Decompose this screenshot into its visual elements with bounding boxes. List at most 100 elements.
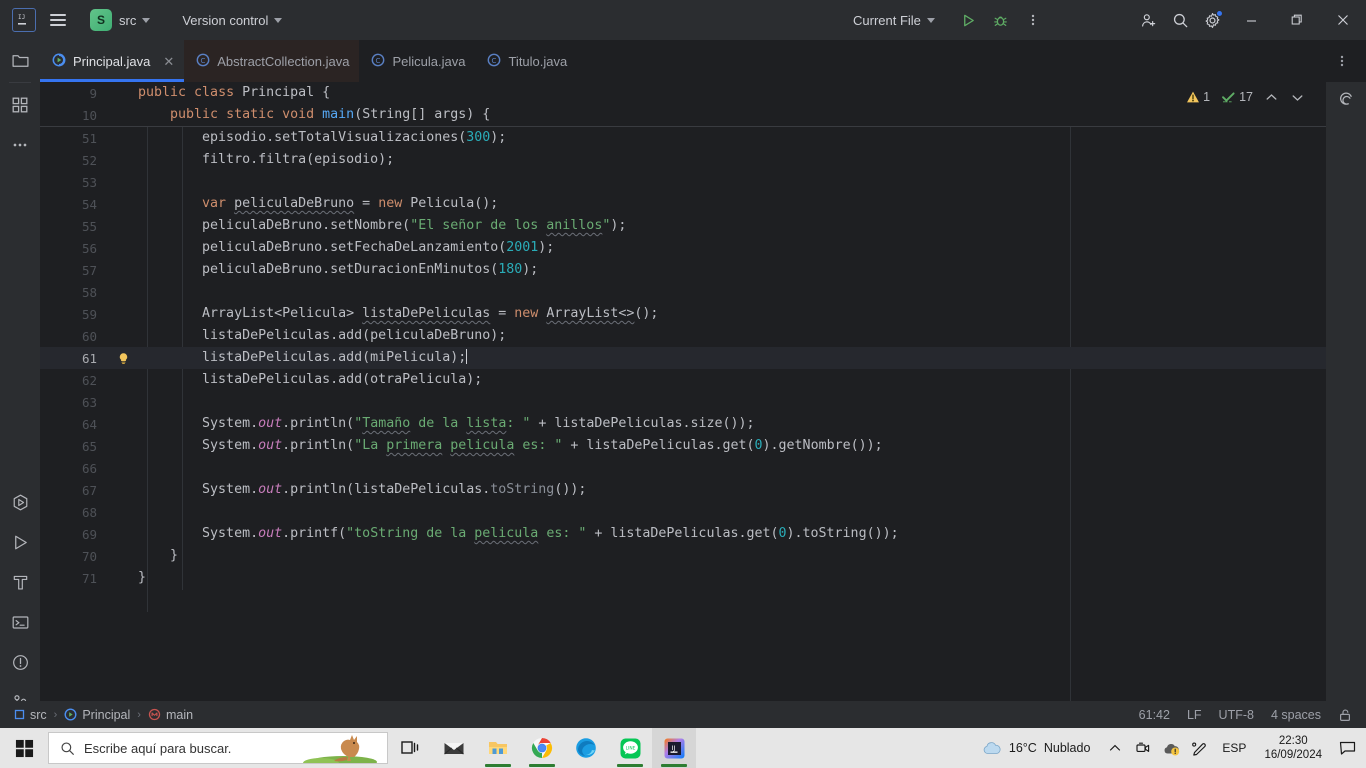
sidebar-item-more-tool-windows[interactable]	[0, 125, 40, 165]
windows-start-button[interactable]	[0, 728, 48, 768]
left-tool-rail	[0, 40, 40, 728]
code-line-59[interactable]: 59 ArrayList<Pelicula> listaDePeliculas …	[40, 303, 1326, 325]
taskbar-clock[interactable]: 22:30 16/09/2024	[1256, 734, 1330, 762]
debug-button[interactable]	[985, 5, 1017, 35]
maximize-window-button[interactable]	[1274, 0, 1320, 40]
code-line-70[interactable]: 70 }	[40, 545, 1326, 567]
run-configuration-label: Current File	[853, 12, 921, 28]
code-line-56[interactable]: 56 peliculaDeBruno.setFechaDeLanzamiento…	[40, 237, 1326, 259]
intellij-idea-icon: IJ	[664, 738, 684, 758]
code-line-65[interactable]: 65 System.out.println("La primera pelicu…	[40, 435, 1326, 457]
task-view-button[interactable]	[388, 728, 432, 768]
code-line-62[interactable]: 62 listaDePeliculas.add(otraPelicula);	[40, 369, 1326, 391]
code-line-53[interactable]: 53	[40, 171, 1326, 193]
breadcrumb-item-principal[interactable]: Principal	[64, 708, 130, 722]
editor-tab-titulo[interactable]: C Titulo.java	[475, 40, 577, 82]
java-class-run-icon	[64, 708, 77, 721]
taskbar-app-intellij-idea[interactable]: IJ	[652, 728, 696, 768]
indent-setting[interactable]: 4 spaces	[1271, 708, 1321, 722]
sidebar-item-project[interactable]	[0, 40, 40, 80]
camera-privacy-icon	[1136, 742, 1150, 752]
line-number: 53	[81, 174, 97, 190]
code-line-64[interactable]: 64 System.out.println("Tamaño de la list…	[40, 413, 1326, 435]
taskbar-search-box[interactable]: Escribe aquí para buscar.	[48, 732, 388, 764]
code-line-51[interactable]: 51 episodio.setTotalVisualizaciones(300)…	[40, 127, 1326, 149]
tray-expand-button[interactable]	[1102, 728, 1128, 768]
taskbar-app-file-explorer[interactable]	[476, 728, 520, 768]
tab-options-button[interactable]	[1326, 46, 1358, 76]
read-only-toggle[interactable]	[1338, 708, 1352, 722]
taskbar-app-chrome[interactable]	[520, 728, 564, 768]
sidebar-item-build[interactable]	[0, 562, 40, 602]
close-icon[interactable]: ✕	[163, 55, 174, 68]
previous-highlight-button[interactable]	[1260, 87, 1282, 107]
editor-tab-abstractcollection[interactable]: C AbstractCollection.java	[184, 40, 360, 82]
settings-button[interactable]	[1196, 5, 1228, 35]
file-encoding[interactable]: UTF-8	[1219, 708, 1254, 722]
next-highlight-button[interactable]	[1286, 87, 1308, 107]
language-indicator[interactable]: ESP	[1214, 741, 1254, 755]
code-lines[interactable]: 51 episodio.setTotalVisualizaciones(300)…	[40, 127, 1326, 612]
more-run-options-button[interactable]	[1017, 5, 1049, 35]
chevron-down-icon	[926, 17, 935, 23]
code-line-68[interactable]: 68	[40, 501, 1326, 523]
taskbar-weather-widget[interactable]: 16°C Nublado	[972, 741, 1101, 755]
code-line-66[interactable]: 66	[40, 457, 1326, 479]
code-line-55[interactable]: 55 peliculaDeBruno.setNombre("El señor d…	[40, 215, 1326, 237]
run-button[interactable]	[953, 5, 985, 35]
code-line-54[interactable]: 54 var peliculaDeBruno = new Pelicula();	[40, 193, 1326, 215]
code-line-58[interactable]: 58	[40, 281, 1326, 303]
editor-tab-label: Pelicula.java	[392, 53, 466, 69]
sidebar-item-run-anything[interactable]	[0, 482, 40, 522]
sidebar-item-commit[interactable]	[0, 85, 40, 125]
code-with-me-share-button[interactable]	[1132, 5, 1164, 35]
sticky-code-header: 9 public class Principal { 10 public sta…	[40, 82, 1326, 127]
inspection-widget[interactable]: 1 17	[1186, 87, 1308, 107]
code-line-69[interactable]: 69 System.out.printf("toString de la pel…	[40, 523, 1326, 545]
code-line-57[interactable]: 57 peliculaDeBruno.setDuracionEnMinutos(…	[40, 259, 1326, 281]
tray-icon-pen-settings[interactable]	[1186, 728, 1212, 768]
code-text-71: }	[138, 570, 147, 585]
line-number: 67	[81, 482, 97, 498]
code-line-60[interactable]: 60 listaDePeliculas.add(peliculaDeBruno)…	[40, 325, 1326, 347]
editor-tab-principal[interactable]: Principal.java ✕	[40, 40, 185, 82]
project-selector[interactable]: S src	[82, 6, 158, 34]
ai-assistant-icon[interactable]	[1326, 80, 1366, 120]
editor-tab-bar: Principal.java ✕ C AbstractCollection.ja…	[40, 40, 1366, 82]
version-control-widget[interactable]: Version control	[174, 6, 290, 34]
line-separator[interactable]: LF	[1187, 708, 1202, 722]
intellij-idea-logo-icon[interactable]: IJ	[12, 8, 36, 32]
inspections-ok-group[interactable]: 17	[1221, 90, 1253, 104]
status-bar: src › Principal › main 61:42 LF UTF-8 4 …	[0, 701, 1366, 728]
taskbar-app-mail[interactable]	[432, 728, 476, 768]
code-line-52[interactable]: 52 filtro.filtra(episodio);	[40, 149, 1326, 171]
sidebar-item-problems[interactable]	[0, 642, 40, 682]
intention-bulb-icon[interactable]	[108, 352, 138, 365]
tray-icon-camera-privacy[interactable]	[1130, 728, 1156, 768]
sidebar-item-terminal[interactable]	[0, 602, 40, 642]
breadcrumb-item-src[interactable]: src	[14, 708, 47, 722]
action-center-button[interactable]	[1332, 728, 1362, 768]
code-line-61[interactable]: 61 listaDePeliculas.add(miPelicula);	[40, 347, 1326, 369]
breadcrumb-item-main[interactable]: main	[148, 708, 193, 722]
editor-tab-pelicula[interactable]: C Pelicula.java	[359, 40, 475, 82]
search-everywhere-button[interactable]	[1164, 5, 1196, 35]
code-line-67[interactable]: 67 System.out.println(listaDePeliculas.t…	[40, 479, 1326, 501]
caret-position[interactable]: 61:42	[1139, 708, 1170, 722]
minimize-window-button[interactable]	[1228, 0, 1274, 40]
code-line-71[interactable]: 71 }	[40, 567, 1326, 589]
close-window-button[interactable]	[1320, 0, 1366, 40]
taskbar-app-edge[interactable]	[564, 728, 608, 768]
taskbar-app-line[interactable]: LINE	[608, 728, 652, 768]
code-editor[interactable]: 9 public class Principal { 10 public sta…	[40, 82, 1326, 701]
run-configuration-selector[interactable]: Current File	[845, 6, 943, 34]
svg-text:C: C	[201, 57, 206, 65]
right-tool-rail	[1326, 40, 1366, 728]
code-line-63[interactable]: 63	[40, 391, 1326, 413]
warning-count-group[interactable]: 1	[1186, 90, 1210, 104]
main-menu-button[interactable]	[44, 6, 72, 34]
code-text-56: peliculaDeBruno.setFechaDeLanzamiento(20…	[138, 240, 555, 255]
tray-icon-onedrive[interactable]	[1158, 728, 1184, 768]
line-number: 9	[89, 85, 97, 101]
sidebar-item-run[interactable]	[0, 522, 40, 562]
